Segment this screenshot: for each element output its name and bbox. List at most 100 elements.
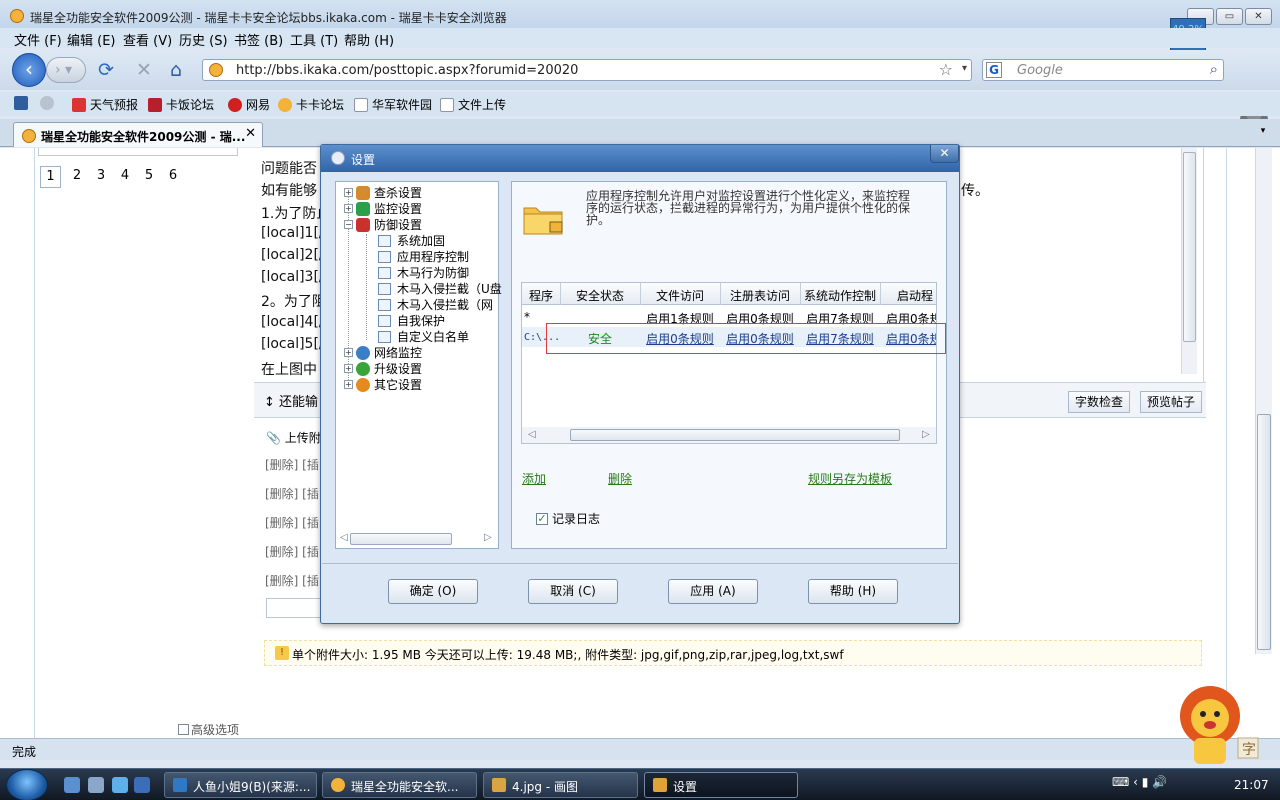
add-rule-link[interactable]: 添加 [522, 470, 546, 487]
close-window-button[interactable]: ✕ [1245, 8, 1272, 25]
advanced-options[interactable]: 高级选项 [178, 721, 239, 738]
left-field[interactable] [38, 148, 238, 156]
tree-item-other[interactable]: + 其它设置 [344, 376, 422, 393]
attachment-actions[interactable]: [删除] [插 [265, 543, 319, 560]
search-icon[interactable]: ⌕ [1210, 60, 1218, 78]
table-scroll-thumb[interactable] [570, 429, 900, 441]
scroll-right-icon[interactable]: ▷ [484, 532, 492, 543]
page-link[interactable]: 6 [161, 166, 185, 188]
expand-icon[interactable]: + [344, 348, 353, 357]
history-clock-icon[interactable] [40, 96, 54, 110]
address-bar[interactable]: http://bbs.ikaka.com/posttopic.aspx?foru… [202, 59, 972, 81]
taskbar-button-settings[interactable]: 设置 [644, 772, 798, 798]
menu-file[interactable]: 文件 (F) [14, 30, 62, 49]
tree-item-monitor[interactable]: + 监控设置 [344, 200, 422, 217]
col-header-status[interactable]: 安全状态 [560, 287, 640, 304]
ok-button[interactable]: 确定 (O) [388, 579, 478, 604]
clock[interactable]: 21:07 [1234, 778, 1269, 792]
page-link[interactable]: 3 [89, 166, 113, 188]
menu-tools[interactable]: 工具 (T) [290, 30, 338, 49]
log-option[interactable]: ✓ 记录日志 [536, 510, 600, 527]
bookmark-manager-icon[interactable] [14, 96, 28, 110]
advanced-options-checkbox[interactable] [178, 724, 189, 735]
menu-help[interactable]: 帮助 (H) [344, 30, 394, 49]
bookmark-star-icon[interactable]: ☆ [939, 60, 953, 79]
expand-icon[interactable]: + [344, 188, 353, 197]
expand-icon[interactable]: + [344, 204, 353, 213]
tree-item-system-harden[interactable]: 系统加固 [378, 232, 445, 249]
editor-scrollbar[interactable] [1181, 148, 1197, 374]
tree-item-trojan-web[interactable]: 木马入侵拦截（网 [378, 296, 493, 313]
page-link[interactable]: 1 [40, 166, 61, 188]
bookmark-huajun[interactable]: 华军软件园 [354, 96, 432, 113]
url-dropdown-icon[interactable]: ▾ [962, 63, 967, 74]
tree-item-network[interactable]: + 网络监控 [344, 344, 422, 361]
tree-item-defense[interactable]: − 防御设置 [344, 216, 422, 233]
page-link[interactable]: 4 [113, 166, 137, 188]
reload-icon[interactable]: ⟳ [98, 60, 114, 80]
attachment-actions[interactable]: [删除] [插 [265, 485, 319, 502]
quicklaunch-icon[interactable] [64, 777, 80, 793]
page-scroll-thumb[interactable] [1257, 414, 1271, 650]
scroll-right-icon[interactable]: ▷ [922, 429, 930, 440]
help-button[interactable]: 帮助 (H) [808, 579, 898, 604]
taskbar-button-browser[interactable]: 瑞星全功能安全软... [322, 772, 477, 798]
delete-rule-link[interactable]: 删除 [608, 470, 632, 487]
start-button[interactable] [6, 769, 48, 800]
attachment-actions[interactable]: [删除] [插 [265, 456, 319, 473]
collapse-icon[interactable]: − [344, 220, 353, 229]
tree-item-whitelist[interactable]: 自定义白名单 [378, 328, 469, 345]
file-upload-input[interactable] [266, 598, 326, 618]
tab-list-dropdown-icon[interactable]: ▾ [1256, 126, 1270, 140]
close-dialog-button[interactable]: ✕ [930, 145, 959, 163]
quicklaunch-icon[interactable] [112, 777, 128, 793]
preview-post-button[interactable]: 预览帖子 [1140, 391, 1203, 413]
word-count-button[interactable]: 字数检查 [1068, 391, 1131, 413]
page-scrollbar[interactable] [1255, 148, 1272, 654]
maximize-button[interactable]: ▭ [1216, 8, 1243, 25]
expand-icon[interactable]: + [344, 380, 353, 389]
col-header-registry[interactable]: 注册表访问 [720, 287, 800, 304]
menu-view[interactable]: 查看 (V) [123, 30, 172, 49]
tree-item-self-protect[interactable]: 自我保护 [378, 312, 445, 329]
log-checkbox[interactable]: ✓ [536, 512, 548, 525]
system-tray[interactable]: ⌨ ‹ ▮ 🔊 [1112, 775, 1167, 789]
tree-item-upgrade[interactable]: + 升级设置 [344, 360, 422, 377]
tree-item-scan[interactable]: + 查杀设置 [344, 184, 422, 201]
table-hscrollbar[interactable]: ◁ ▷ [522, 427, 936, 443]
bookmark-weather[interactable]: 天气预报 [72, 96, 138, 113]
attachment-actions[interactable]: [删除] [插 [265, 572, 319, 589]
bookmark-kaka[interactable]: 卡卡论坛 [278, 96, 344, 113]
tree-scroll-thumb[interactable] [350, 533, 452, 545]
tree-item-trojan-usb[interactable]: 木马入侵拦截（U盘 [378, 280, 502, 297]
menu-history[interactable]: 历史 (S) [179, 30, 228, 49]
google-engine-icon[interactable]: G [986, 62, 1002, 78]
col-header-file-access[interactable]: 文件访问 [640, 287, 720, 304]
col-header-system-action[interactable]: 系统动作控制 [800, 287, 880, 304]
save-as-template-link[interactable]: 规则另存为模板 [808, 470, 892, 487]
tree-item-trojan-behavior[interactable]: 木马行为防御 [378, 264, 469, 281]
taskbar-button-paint[interactable]: 4.jpg - 画图 [483, 772, 638, 798]
attachment-actions[interactable]: [删除] [插 [265, 514, 319, 531]
bookmark-upload[interactable]: 文件上传 [440, 96, 506, 113]
bookmark-netease[interactable]: 网易 [228, 96, 270, 113]
quicklaunch-icon[interactable] [134, 777, 150, 793]
quicklaunch-icon[interactable] [88, 777, 104, 793]
search-box[interactable]: G Google ⌕ [982, 59, 1224, 81]
tree-hscrollbar[interactable]: ◁ ▷ [338, 532, 496, 546]
dialog-titlebar[interactable]: 设置 [321, 145, 959, 172]
cancel-button[interactable]: 取消 (C) [528, 579, 618, 604]
scroll-left-icon[interactable]: ◁ [528, 429, 536, 440]
close-tab-icon[interactable]: ✕ [245, 126, 256, 141]
editor-scroll-thumb[interactable] [1183, 152, 1196, 342]
bookmark-kafan[interactable]: 卡饭论坛 [148, 96, 214, 113]
scroll-left-icon[interactable]: ◁ [340, 532, 348, 543]
menu-bookmarks[interactable]: 书签 (B) [234, 30, 283, 49]
col-header-program[interactable]: 程序 [522, 287, 560, 304]
page-link[interactable]: 5 [137, 166, 161, 188]
apply-button[interactable]: 应用 (A) [668, 579, 758, 604]
home-icon[interactable]: ⌂ [170, 60, 182, 80]
expand-icon[interactable]: + [344, 364, 353, 373]
page-link[interactable]: 2 [65, 166, 89, 188]
tree-item-app-control[interactable]: 应用程序控制 [378, 248, 469, 265]
